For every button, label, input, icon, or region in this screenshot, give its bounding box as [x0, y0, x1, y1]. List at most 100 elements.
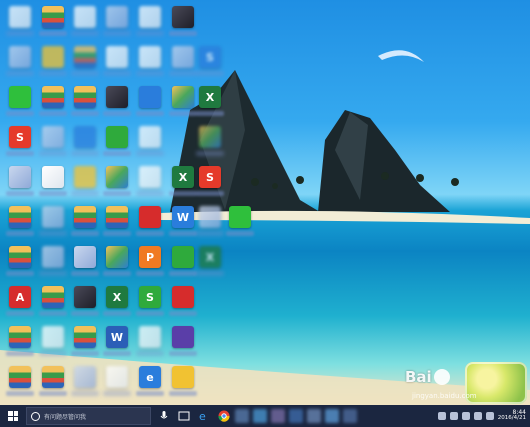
desktop-shortcut[interactable] — [168, 44, 198, 78]
desktop-shortcut[interactable] — [38, 124, 68, 158]
search-placeholder: 有问题尽管问我 — [44, 413, 87, 421]
desktop-shortcut[interactable]: S — [135, 284, 165, 318]
desktop-shortcut[interactable]: X — [195, 84, 225, 118]
ime-icon[interactable] — [485, 412, 494, 420]
desktop-shortcut[interactable] — [135, 324, 165, 358]
shortcut-label-blurred — [169, 31, 197, 36]
desktop-shortcut[interactable] — [135, 44, 165, 78]
desktop-shortcut[interactable] — [195, 124, 225, 158]
desktop-shortcut[interactable] — [5, 324, 35, 358]
desktop-shortcut[interactable] — [70, 44, 100, 78]
microphone-icon[interactable] — [157, 409, 171, 423]
desktop-shortcut[interactable] — [38, 244, 68, 278]
paw-icon — [433, 369, 450, 385]
desktop-shortcut[interactable] — [38, 364, 68, 398]
desktop-shortcut[interactable] — [70, 284, 100, 318]
desktop-shortcut[interactable] — [38, 4, 68, 38]
desktop-shortcut[interactable] — [225, 204, 255, 238]
cortana-search-box[interactable]: 有问题尽管问我 — [26, 407, 151, 425]
desktop-shortcut[interactable] — [38, 44, 68, 78]
desktop-shortcut[interactable] — [168, 324, 198, 358]
desktop-shortcut[interactable] — [135, 124, 165, 158]
desktop-shortcut[interactable]: W — [102, 324, 132, 358]
taskbar-app[interactable] — [271, 409, 285, 423]
desktop-shortcut[interactable] — [168, 84, 198, 118]
archive-icon — [9, 246, 31, 268]
desktop-shortcut[interactable] — [70, 364, 100, 398]
shortcut-label-blurred — [169, 271, 197, 276]
desktop-shortcut[interactable] — [135, 84, 165, 118]
file-icon — [139, 6, 161, 28]
desktop[interactable]: SXSXSWPXAXSWe Bai jingyan.baidu.com — [0, 0, 530, 405]
taskbar-app[interactable] — [253, 409, 267, 423]
task-view-icon[interactable] — [177, 409, 191, 423]
desktop-shortcut[interactable]: W — [168, 204, 198, 238]
desktop-shortcut[interactable]: S — [195, 44, 225, 78]
desktop-shortcut[interactable] — [102, 4, 132, 38]
desktop-shortcut[interactable]: X — [102, 284, 132, 318]
desktop-shortcut[interactable]: X — [168, 164, 198, 198]
desktop-shortcut[interactable] — [168, 4, 198, 38]
desktop-shortcut[interactable] — [70, 124, 100, 158]
desktop-shortcut[interactable]: X — [195, 244, 225, 278]
desktop-shortcut[interactable]: S — [195, 164, 225, 198]
desktop-shortcut[interactable] — [168, 284, 198, 318]
desktop-shortcut[interactable] — [5, 244, 35, 278]
desktop-shortcut[interactable] — [168, 364, 198, 398]
taskbar-app[interactable] — [307, 409, 321, 423]
desktop-shortcut[interactable]: S — [5, 124, 35, 158]
desktop-shortcut[interactable] — [135, 4, 165, 38]
desktop-shortcut[interactable] — [38, 164, 68, 198]
document-icon — [139, 126, 161, 148]
wechat-icon — [9, 86, 31, 108]
edge-icon[interactable]: e — [197, 409, 211, 423]
shortcut-label-blurred — [6, 31, 34, 36]
tray-app-icon[interactable] — [449, 412, 458, 420]
desktop-shortcut[interactable] — [5, 84, 35, 118]
desktop-shortcut[interactable] — [5, 364, 35, 398]
desktop-shortcut[interactable]: P — [135, 244, 165, 278]
desktop-shortcut[interactable] — [135, 164, 165, 198]
desktop-shortcut[interactable] — [70, 244, 100, 278]
desktop-shortcut[interactable] — [70, 4, 100, 38]
desktop-shortcut[interactable] — [5, 164, 35, 198]
desktop-shortcut[interactable] — [102, 124, 132, 158]
desktop-shortcut[interactable] — [135, 204, 165, 238]
desktop-shortcut[interactable] — [38, 324, 68, 358]
desktop-shortcut[interactable]: e — [135, 364, 165, 398]
desktop-shortcut[interactable] — [195, 204, 225, 238]
chrome-icon[interactable] — [217, 409, 231, 423]
desktop-shortcut[interactable] — [102, 84, 132, 118]
desktop-shortcut[interactable] — [70, 84, 100, 118]
desktop-shortcut[interactable] — [70, 164, 100, 198]
desktop-shortcut[interactable] — [38, 204, 68, 238]
shortcut-label-blurred — [196, 191, 224, 196]
desktop-shortcut[interactable] — [38, 284, 68, 318]
desktop-shortcut[interactable] — [38, 84, 68, 118]
desktop-shortcut[interactable] — [102, 244, 132, 278]
network-icon[interactable] — [461, 412, 470, 420]
taskbar-app[interactable] — [289, 409, 303, 423]
taskbar-app[interactable] — [325, 409, 339, 423]
shortcut-label-blurred — [71, 191, 99, 196]
desktop-shortcut[interactable] — [70, 204, 100, 238]
desktop-shortcut[interactable] — [102, 204, 132, 238]
start-button[interactable] — [4, 405, 22, 427]
desktop-shortcut[interactable]: A — [5, 284, 35, 318]
desktop-shortcut[interactable] — [102, 164, 132, 198]
taskbar-app[interactable] — [235, 409, 249, 423]
clock[interactable]: 8:44 2016/4/21 — [498, 409, 526, 422]
desktop-shortcut[interactable] — [5, 204, 35, 238]
tray-app-icon[interactable] — [437, 412, 446, 420]
document-icon — [42, 46, 64, 68]
desktop-shortcut[interactable] — [70, 324, 100, 358]
taskbar-app[interactable] — [343, 409, 357, 423]
desktop-shortcut[interactable] — [5, 4, 35, 38]
archive-icon — [42, 86, 64, 108]
desktop-shortcut[interactable] — [102, 364, 132, 398]
windows-logo-icon — [8, 411, 18, 421]
desktop-shortcut[interactable] — [5, 44, 35, 78]
desktop-shortcut[interactable] — [102, 44, 132, 78]
volume-icon[interactable] — [473, 412, 482, 420]
desktop-shortcut[interactable] — [168, 244, 198, 278]
